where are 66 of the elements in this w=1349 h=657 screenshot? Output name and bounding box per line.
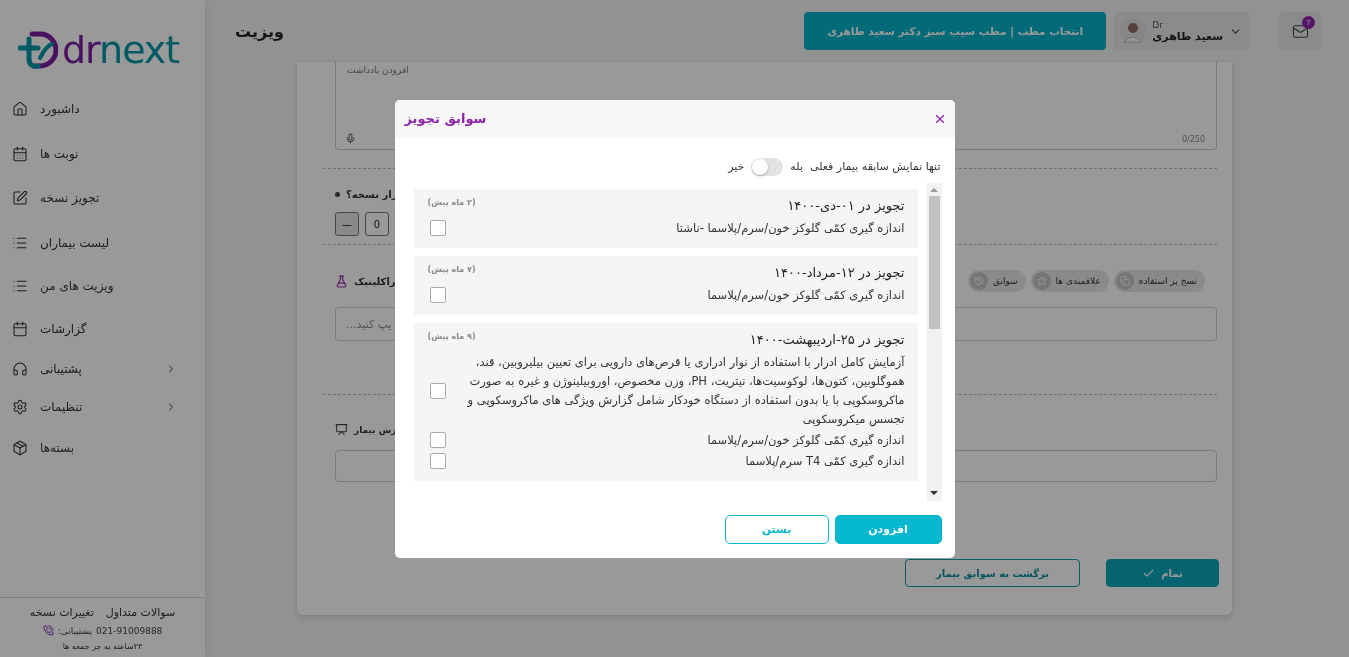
sidebar-item[interactable]: گزارشات: [10, 307, 195, 350]
decrement-button[interactable]: —: [335, 212, 359, 236]
phone-number: 021-91009888: [96, 625, 163, 636]
support-label: پشتیبانی:: [57, 625, 93, 636]
flask-icon: [335, 274, 348, 288]
test-name: اندازه گیری کمّی T4 سرم/پلاسما: [744, 452, 905, 470]
home-icon: [12, 101, 28, 117]
sidebar-item[interactable]: بسته‌ها: [10, 426, 195, 470]
support-hours: ۲۴ساعته به جز جمعه ها: [62, 642, 143, 651]
test-name: اندازه گیری کمّی گلوکز خون/سرم/پلاسما: [706, 431, 905, 449]
sidebar-item[interactable]: لیست بیماران: [10, 220, 195, 265]
history-icon: [973, 276, 984, 286]
test-name: اندازه گیری کمّی گلوکز خون/سرم/پلاسما: [706, 286, 905, 304]
record-title: تجویز در ۰۱-دی-۱۴۰۰: [787, 197, 905, 213]
time-ago: (۷ ماه پیش): [427, 264, 476, 274]
yes-label: بله: [790, 160, 803, 173]
checkbox[interactable]: [429, 453, 446, 469]
copy-icon: [1119, 276, 1130, 286]
mic-icon: [345, 133, 356, 144]
checkbox[interactable]: [429, 432, 446, 448]
user-prefix: Dr: [1152, 19, 1163, 30]
test-name: آزمایش کامل ادرار با استفاده از نوار ادراری یا قرص‌های دارویی برای تعیین بیلیروبین، قند، هموگلوبین، کتون‌ها، لوکوسیت‌ها، نیتریت، PH، وزن مخصوص، اوروبیلینوژن و غیره به صورت ماکروسکوپی با یا بدون استفاده از دستگاه خودکار شامل گزارش ویژگی های ماکروسکوپی و تجسس میکروسکوپی: [466, 353, 905, 429]
box-icon: [12, 440, 28, 456]
char-counter: 0/250: [1181, 135, 1205, 144]
settings-icon: [12, 399, 28, 415]
filter-chip[interactable]: سوابق: [967, 270, 1026, 292]
calendar-icon: [12, 320, 28, 337]
edit-icon: [12, 190, 28, 206]
calendar-icon: [12, 146, 28, 162]
checkbox[interactable]: [429, 220, 446, 236]
messages-button[interactable]: 7: [1279, 12, 1321, 50]
sidebar-item[interactable]: ویزیت های من: [10, 265, 195, 307]
page-title: ویزیت: [235, 21, 285, 41]
paraclinic-label: راکلینیک: [354, 275, 396, 287]
user-name: سعید طاهری: [1152, 29, 1223, 43]
headphones-icon: [12, 361, 28, 377]
toggle-switch[interactable]: [751, 157, 784, 176]
sidebar-item[interactable]: تنظیمات: [10, 388, 195, 426]
star-icon: [1036, 276, 1047, 286]
time-ago: (۹ ماه پیش): [427, 331, 476, 341]
record-title: تجویز در ۲۵-اردیبهشت-۱۴۰۰: [749, 331, 905, 347]
mail-icon: [1291, 22, 1309, 40]
sidebar-item[interactable]: نوبت ها: [10, 132, 195, 176]
checkbox[interactable]: [429, 382, 446, 399]
scrollbar[interactable]: [926, 182, 942, 501]
presentation-icon: [335, 423, 348, 436]
phone-icon: [42, 625, 54, 636]
dialog-title: سوابق تجویز: [404, 111, 487, 126]
filter-chip[interactable]: علاقمندی ها: [1030, 270, 1109, 292]
sidebar-item[interactable]: تجویز نسخه: [10, 176, 195, 220]
test-name: اندازه گیری کمّی گلوکز خون/سرم/پلاسما -ناشتا: [675, 219, 905, 237]
message-count: 7: [1302, 16, 1315, 29]
no-label: خیر: [728, 160, 745, 173]
repeat-count-field[interactable]: 0: [365, 212, 389, 236]
sidebar-item[interactable]: پشتیبانی: [10, 350, 195, 388]
filter-chip[interactable]: نسخ پر استفاده: [1113, 270, 1205, 292]
filter-label: تنها نمایش سابقه بیمار فعلی: [809, 160, 941, 173]
list-icon: [12, 278, 28, 294]
footer-link[interactable]: سوالات متداول: [105, 606, 176, 619]
footer-link[interactable]: تغییرات نسخه: [29, 606, 94, 619]
bullet-icon: [335, 192, 340, 197]
checkbox[interactable]: [429, 287, 446, 303]
sidebar-item[interactable]: داشبورد: [10, 86, 195, 132]
time-ago: (۲ ماه پیش): [427, 197, 476, 207]
logo-text: drnext: [62, 31, 180, 69]
record-title: تجویز در ۱۲-مرداد-۱۴۰۰: [774, 264, 905, 280]
